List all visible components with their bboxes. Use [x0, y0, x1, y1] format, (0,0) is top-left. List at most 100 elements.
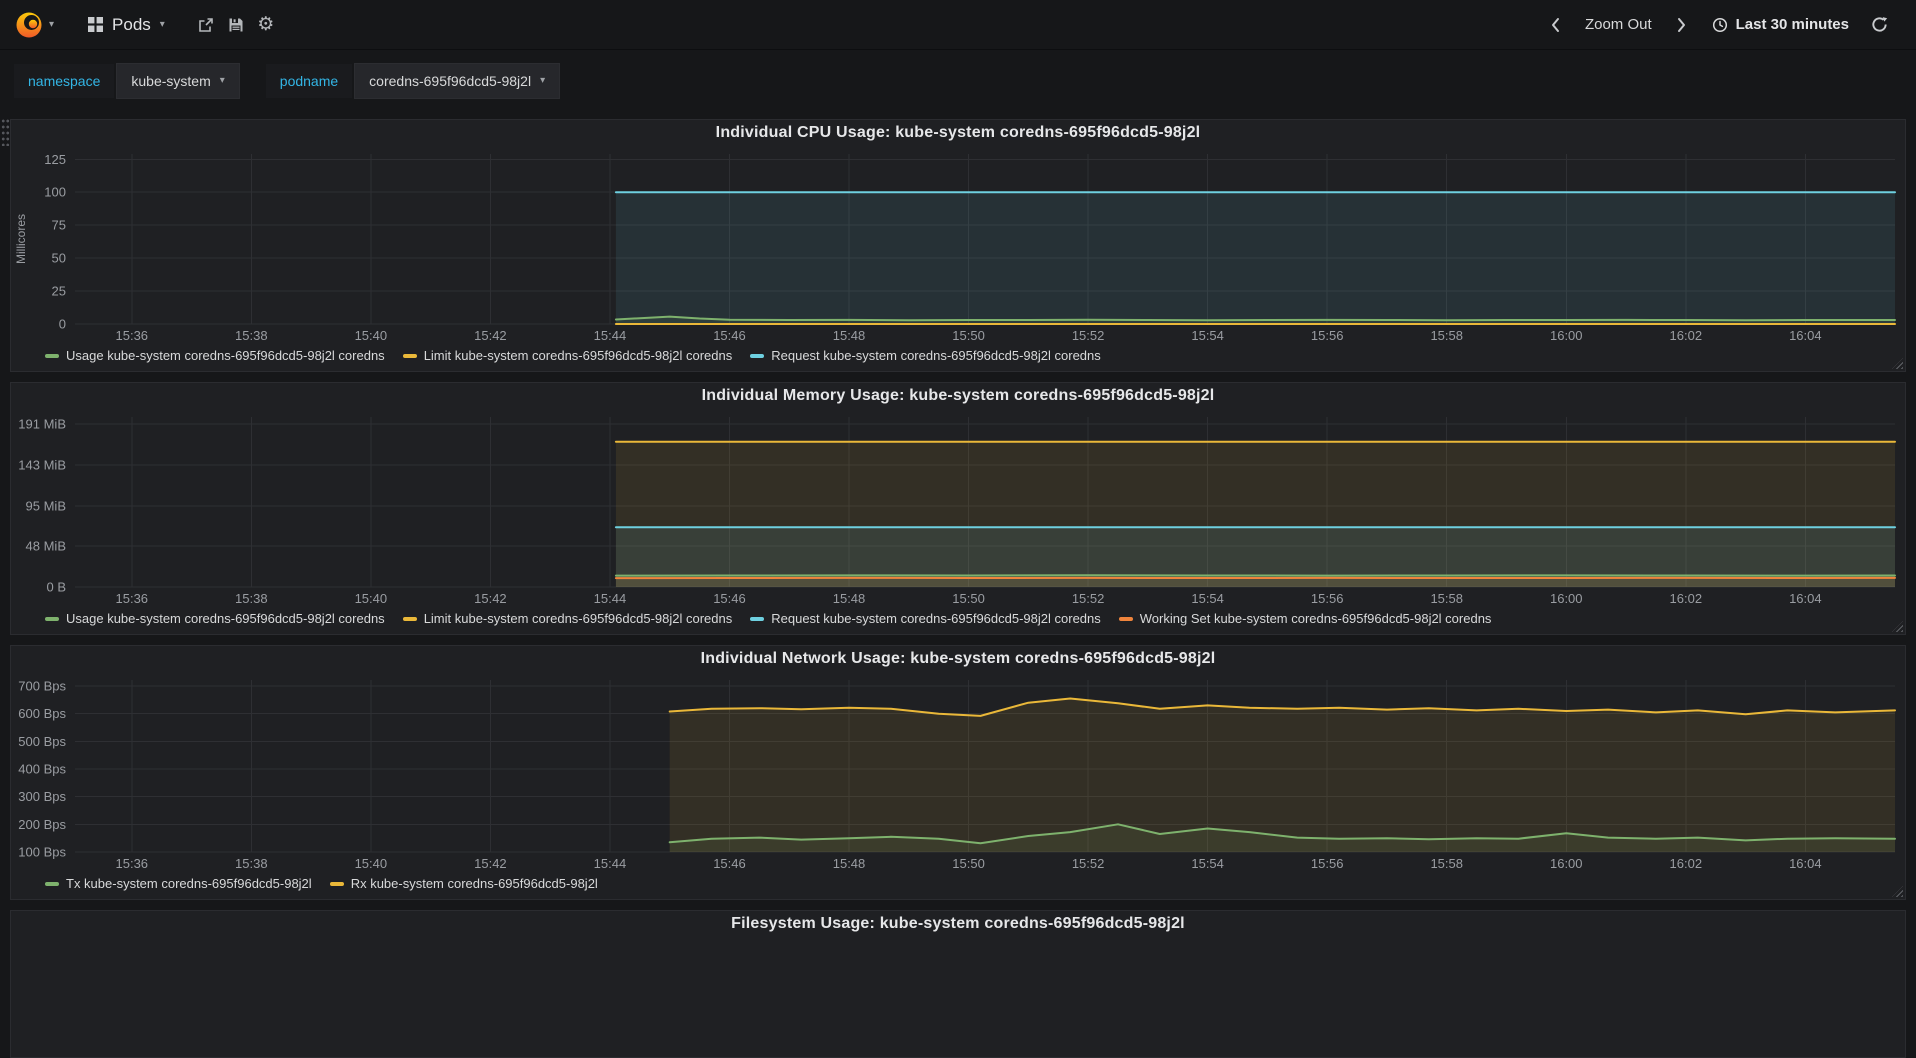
refresh-icon — [1871, 17, 1887, 32]
podname-select[interactable]: coredns-695f96dcd5-98j2l ▾ — [354, 63, 561, 99]
chevron-right-icon — [1677, 17, 1685, 32]
svg-text:15:44: 15:44 — [594, 856, 627, 871]
row-drag-handle[interactable] — [1, 118, 10, 146]
grafana-logo — [16, 12, 42, 37]
svg-text:16:02: 16:02 — [1670, 856, 1703, 871]
podname-value: coredns-695f96dcd5-98j2l — [369, 73, 532, 89]
svg-text:15:50: 15:50 — [952, 328, 985, 343]
svg-text:143 MiB: 143 MiB — [18, 457, 66, 472]
svg-text:15:50: 15:50 — [952, 591, 985, 606]
svg-text:191 MiB: 191 MiB — [18, 416, 66, 431]
svg-text:15:50: 15:50 — [952, 856, 985, 871]
namespace-value: kube-system — [131, 73, 211, 89]
grafana-menu-button[interactable]: ▾ — [10, 8, 58, 42]
memory-usage-chart[interactable]: 0 B 48 MiB 95 MiB 143 MiB 191 MiB 15:36 15:38 1… — [11, 409, 1905, 609]
svg-text:15:38: 15:38 — [235, 856, 268, 871]
panel-title[interactable]: Filesystem Usage: kube-system coredns-69… — [11, 911, 1905, 937]
svg-text:15:56: 15:56 — [1311, 856, 1344, 871]
svg-text:700 Bps: 700 Bps — [18, 679, 66, 694]
svg-text:15:38: 15:38 — [235, 328, 268, 343]
svg-text:0: 0 — [59, 317, 66, 332]
dashboard-title: Pods — [112, 14, 151, 34]
legend-item: Tx kube-system coredns-695f96dcd5-98j2l — [45, 876, 312, 891]
svg-text:48 MiB: 48 MiB — [26, 538, 66, 553]
svg-text:15:42: 15:42 — [474, 591, 507, 606]
legend-series-label[interactable]: Request kube-system coredns-695f96dcd5-9… — [771, 348, 1101, 363]
legend-series-label[interactable]: Request kube-system coredns-695f96dcd5-9… — [771, 611, 1101, 626]
time-range-picker[interactable]: Last 30 minutes — [1712, 16, 1849, 33]
dashboard-grid-icon — [88, 17, 104, 32]
svg-text:16:02: 16:02 — [1670, 328, 1703, 343]
svg-text:16:04: 16:04 — [1789, 856, 1822, 871]
legend-item: Usage kube-system coredns-695f96dcd5-98j… — [45, 611, 385, 626]
legend-series-label[interactable]: Rx kube-system coredns-695f96dcd5-98j2l — [351, 876, 598, 891]
legend-series-color-icon — [45, 616, 59, 621]
caret-down-icon: ▾ — [540, 75, 546, 86]
legend-item: Usage kube-system coredns-695f96dcd5-98j… — [45, 348, 385, 363]
gear-icon: ⚙ — [257, 14, 275, 35]
svg-text:15:58: 15:58 — [1430, 856, 1463, 871]
svg-text:16:02: 16:02 — [1670, 591, 1703, 606]
chart-svg: 0 B 48 MiB 95 MiB 143 MiB 191 MiB 15:36 15:38 1… — [18, 416, 1896, 606]
legend-series-label[interactable]: Tx kube-system coredns-695f96dcd5-98j2l — [66, 876, 312, 891]
svg-text:15:46: 15:46 — [713, 328, 746, 343]
svg-text:95 MiB: 95 MiB — [26, 498, 66, 513]
legend-item: Limit kube-system coredns-695f96dcd5-98j… — [402, 348, 733, 363]
svg-text:15:40: 15:40 — [355, 856, 388, 871]
time-shift-forward-button[interactable] — [1667, 10, 1697, 40]
chart-svg — [11, 937, 1905, 1057]
share-button[interactable] — [191, 10, 221, 40]
clock-icon — [1712, 17, 1727, 32]
cpu-usage-chart[interactable]: 0 25 50 75 100 125 15:36 15:38 15:40 15:42 15:44 15… — [11, 146, 1905, 346]
variable-podname: podname coredns-695f96dcd5-98j2l ▾ — [265, 63, 561, 99]
svg-text:15:36: 15:36 — [116, 328, 149, 343]
zoom-out-button[interactable]: Zoom Out — [1585, 16, 1652, 33]
svg-text:15:36: 15:36 — [116, 591, 149, 606]
chart-svg: 0 25 50 75 100 125 15:36 15:38 15:40 15:42 15:44 15… — [14, 152, 1896, 343]
legend-series-label[interactable]: Working Set kube-system coredns-695f96dc… — [1140, 611, 1492, 626]
legend-series-label[interactable]: Limit kube-system coredns-695f96dcd5-98j… — [424, 348, 733, 363]
svg-text:16:04: 16:04 — [1789, 328, 1822, 343]
podname-label: podname — [265, 64, 353, 98]
panel-title[interactable]: Individual Network Usage: kube-system co… — [11, 646, 1905, 672]
svg-text:Millicores: Millicores — [14, 214, 28, 264]
svg-text:300 Bps: 300 Bps — [18, 789, 66, 804]
legend-series-color-icon — [750, 353, 765, 358]
legend-item: Request kube-system coredns-695f96dcd5-9… — [750, 611, 1101, 626]
navbar: ▾ Pods ▾ ⚙ Zoom Out Last 30 minutes — [0, 0, 1916, 50]
svg-text:15:44: 15:44 — [594, 328, 627, 343]
panel-title[interactable]: Individual CPU Usage: kube-system coredn… — [11, 120, 1905, 146]
svg-text:400 Bps: 400 Bps — [18, 762, 66, 777]
time-shift-back-button[interactable] — [1540, 10, 1570, 40]
refresh-button[interactable] — [1864, 10, 1894, 40]
legend-series-label[interactable]: Usage kube-system coredns-695f96dcd5-98j… — [66, 611, 385, 626]
legend-series-color-icon — [750, 616, 765, 621]
namespace-select[interactable]: kube-system ▾ — [116, 63, 240, 99]
legend-item: Working Set kube-system coredns-695f96dc… — [1118, 611, 1492, 626]
dashboard-picker[interactable]: Pods ▾ — [88, 15, 165, 35]
panel-title[interactable]: Individual Memory Usage: kube-system cor… — [11, 383, 1905, 409]
legend-series-label[interactable]: Limit kube-system coredns-695f96dcd5-98j… — [424, 611, 733, 626]
svg-text:25: 25 — [52, 284, 66, 299]
svg-text:15:48: 15:48 — [833, 856, 866, 871]
settings-button[interactable]: ⚙ — [251, 10, 281, 40]
legend-series-color-icon — [402, 616, 417, 621]
svg-text:15:58: 15:58 — [1430, 328, 1463, 343]
chart-svg: 100 Bps 200 Bps 300 Bps 400 Bps 500 Bps 600 B… — [18, 679, 1896, 871]
svg-text:15:54: 15:54 — [1191, 328, 1224, 343]
svg-text:15:40: 15:40 — [355, 591, 388, 606]
svg-text:16:00: 16:00 — [1550, 328, 1583, 343]
dashboard: Individual CPU Usage: kube-system coredn… — [0, 99, 1916, 1058]
svg-text:15:48: 15:48 — [833, 591, 866, 606]
filesystem-usage-chart[interactable] — [11, 937, 1905, 1057]
legend-item: Limit kube-system coredns-695f96dcd5-98j… — [402, 611, 733, 626]
panel-filesystem-usage: Filesystem Usage: kube-system coredns-69… — [10, 910, 1906, 1058]
svg-text:16:00: 16:00 — [1550, 856, 1583, 871]
chevron-left-icon — [1551, 17, 1559, 32]
save-button[interactable] — [221, 10, 251, 40]
network-usage-chart[interactable]: 100 Bps 200 Bps 300 Bps 400 Bps 500 Bps 600 B… — [11, 672, 1905, 874]
svg-text:15:56: 15:56 — [1311, 328, 1344, 343]
legend-series-color-icon — [402, 353, 417, 358]
svg-text:75: 75 — [52, 218, 66, 233]
legend-series-label[interactable]: Usage kube-system coredns-695f96dcd5-98j… — [66, 348, 385, 363]
